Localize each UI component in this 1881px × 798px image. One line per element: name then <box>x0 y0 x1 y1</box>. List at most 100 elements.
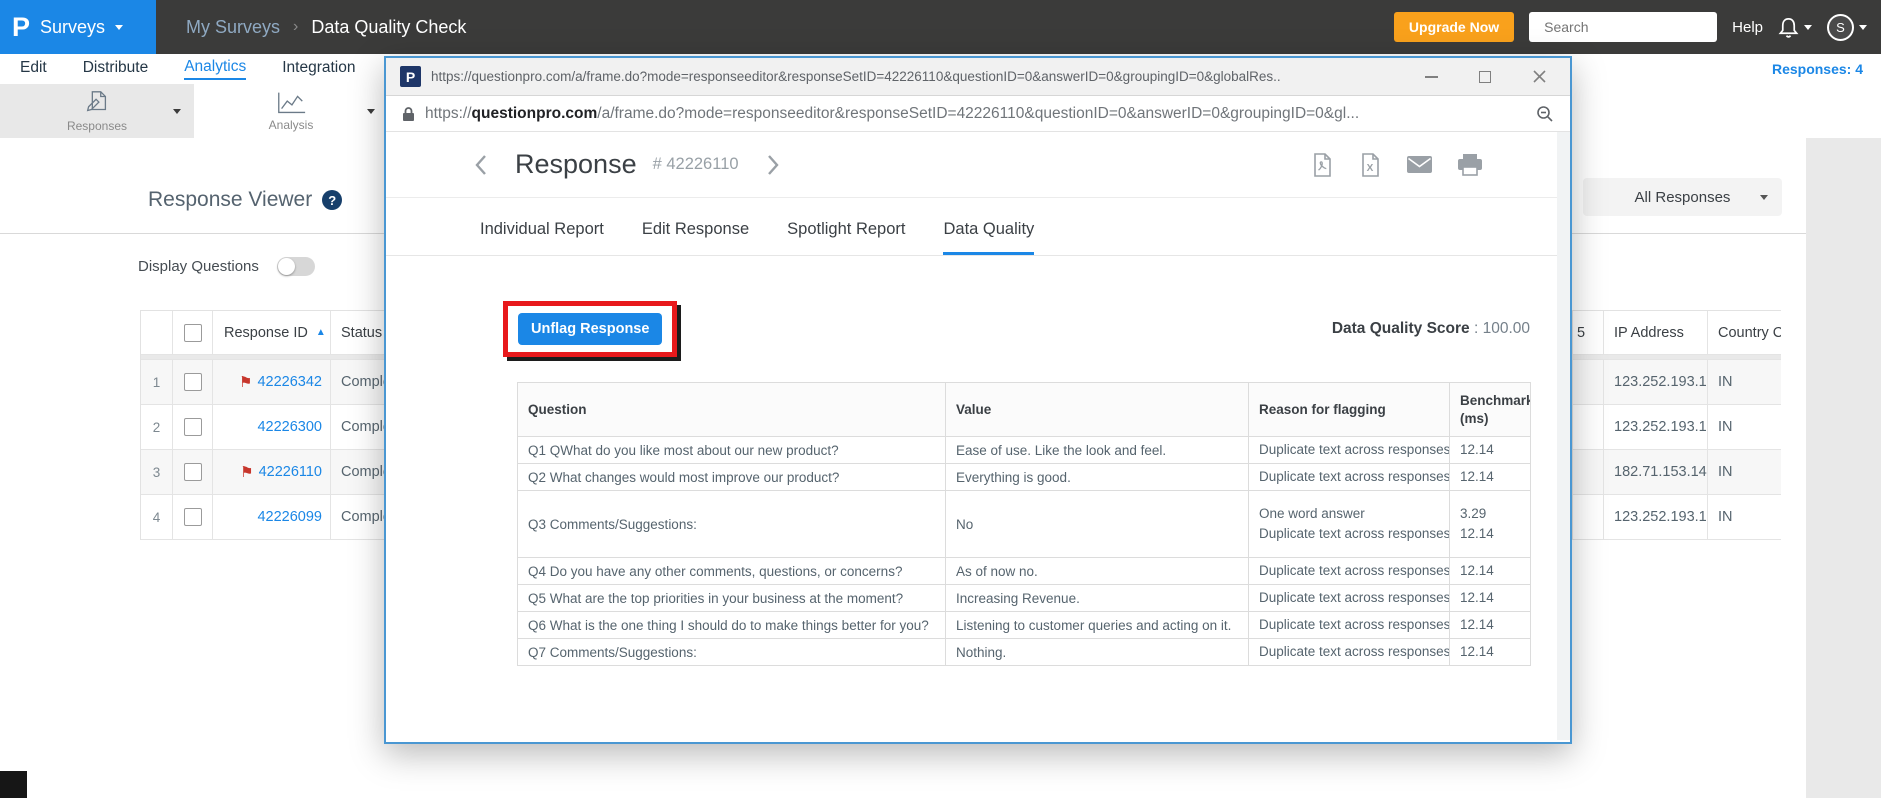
response-table-left: Response ID ▲ Status 1 ⚑ 42226342 Comple 2 42226… <box>140 310 386 540</box>
window-title-bar[interactable]: P https://questionpro.com/a/frame.do?mod… <box>386 58 1570 96</box>
response-id-link[interactable]: 42226342 <box>257 374 322 390</box>
display-questions-toggle[interactable] <box>276 257 315 276</box>
toolbar-responses-button[interactable]: Responses <box>0 84 194 138</box>
dq-table-row: Q2 What changes would most improve our p… <box>517 463 1531 491</box>
data-quality-panel: Unflag Response Data Quality Score : 100… <box>386 256 1570 740</box>
dq-table-row: Q5 What are the top priorities in your b… <box>517 584 1531 612</box>
nav-tab-integration[interactable]: Integration <box>282 59 355 79</box>
export-actions: X <box>1311 152 1482 177</box>
unflag-response-button[interactable]: Unflag Response <box>518 313 663 345</box>
header-country-cell: Country Co <box>1708 311 1781 355</box>
email-button[interactable] <box>1407 156 1432 173</box>
window-close-button[interactable] <box>1532 70 1546 84</box>
row-index: 1 <box>141 360 173 405</box>
header-response-id-cell[interactable]: Response ID ▲ <box>213 311 331 355</box>
response-editor-window: P https://questionpro.com/a/frame.do?mod… <box>384 56 1572 744</box>
screen-corner-artifact <box>0 771 27 798</box>
dq-table-row: Q7 Comments/Suggestions: Nothing. Duplicat… <box>517 638 1531 666</box>
export-excel-button[interactable]: X <box>1359 152 1381 177</box>
chevron-down-icon <box>367 109 375 114</box>
chevron-down-icon <box>115 24 124 30</box>
next-response-button[interactable] <box>767 154 780 176</box>
modal-tab-data-quality[interactable]: Data Quality <box>943 220 1035 255</box>
responses-doc-icon <box>86 91 107 112</box>
help-link[interactable]: Help <box>1732 19 1763 36</box>
modal-scrollbar[interactable] <box>1557 132 1570 740</box>
help-question-icon[interactable]: ? <box>322 190 343 210</box>
benchmark-cell: 3.29 12.14 <box>1449 490 1531 558</box>
breadcrumb-my-surveys[interactable]: My Surveys <box>186 17 280 38</box>
display-questions-label: Display Questions <box>138 258 259 275</box>
country-code-cell: IN <box>1708 405 1781 450</box>
benchmark-value: 12.14 <box>1460 644 1494 659</box>
breadcrumb-separator-icon: › <box>293 18 299 35</box>
analysis-chart-icon <box>278 92 306 114</box>
window-maximize-button[interactable] <box>1478 70 1492 84</box>
print-button[interactable] <box>1458 153 1482 176</box>
value-cell: No <box>945 490 1249 558</box>
nav-tab-edit[interactable]: Edit <box>20 59 47 79</box>
benchmark-cell: 12.14 <box>1449 611 1531 639</box>
global-search[interactable] <box>1529 12 1726 42</box>
reason-cell: One word answer Duplicate text across res… <box>1248 490 1450 558</box>
zoom-out-icon[interactable] <box>1536 105 1554 123</box>
dq-column-header: Reason for flagging <box>1248 382 1450 437</box>
benchmark-value: 12.14 <box>1460 590 1494 605</box>
display-questions-control: Display Questions <box>138 257 315 276</box>
previous-response-button[interactable] <box>474 154 487 176</box>
reason-text: Duplicate text across responses <box>1259 563 1450 578</box>
nav-tab-analytics[interactable]: Analytics <box>184 58 247 80</box>
surveys-product-menu[interactable]: P Surveys <box>0 0 156 54</box>
table-row: 123.252.193.148IN <box>1573 405 1781 450</box>
row-checkbox-cell <box>173 360 213 405</box>
flag-icon: ⚑ <box>240 463 254 481</box>
search-input[interactable] <box>1544 19 1726 35</box>
question-text: Q6 What is the one thing I should do to … <box>528 617 929 633</box>
address-bar[interactable]: https://questionpro.com/a/frame.do?mode=… <box>386 96 1570 132</box>
user-menu[interactable]: S <box>1827 13 1867 41</box>
row-checkbox[interactable] <box>183 418 202 436</box>
value-cell: Listening to customer queries and acting… <box>945 611 1249 639</box>
modal-tab-spotlight-report[interactable]: Spotlight Report <box>787 220 905 255</box>
window-minimize-button[interactable] <box>1424 70 1438 84</box>
printer-icon <box>1458 153 1482 176</box>
upgrade-now-button[interactable]: Upgrade Now <box>1393 12 1515 42</box>
ip-address-cell: 123.252.193.148 <box>1604 360 1708 405</box>
row-checkbox[interactable] <box>183 373 202 391</box>
select-all-checkbox[interactable] <box>183 323 202 342</box>
data-quality-table: Question Value Reason for flagging Benchmar… <box>517 382 1531 666</box>
row-checkbox[interactable] <box>183 508 202 526</box>
question-cell: Q5 What are the top priorities in your b… <box>517 584 946 612</box>
response-header: Response # 42226110 X <box>386 132 1570 198</box>
response-id-link[interactable]: 42226300 <box>257 419 322 435</box>
modal-tab-individual-report[interactable]: Individual Report <box>480 220 604 255</box>
chevron-down-icon <box>1859 24 1867 30</box>
nav-tab-distribute[interactable]: Distribute <box>83 59 148 79</box>
table-header-row: 5IP AddressCountry Co <box>1573 311 1781 355</box>
response-id-link[interactable]: 42226099 <box>257 509 322 525</box>
toolbar-analysis-button[interactable]: Analysis <box>194 84 388 138</box>
notifications-menu[interactable] <box>1778 16 1812 39</box>
response-id-link[interactable]: 42226110 <box>259 464 322 480</box>
modal-tabs: Individual Report Edit Response Spotlight … <box>386 198 1570 256</box>
export-pdf-button[interactable] <box>1311 152 1333 177</box>
row-checkbox[interactable] <box>183 463 202 481</box>
reason-cell: Duplicate text across responses <box>1248 436 1450 464</box>
score-label: Data Quality Score <box>1331 320 1470 337</box>
value-cell: Increasing Revenue. <box>945 584 1249 612</box>
benchmark-cell: 12.14 <box>1449 463 1531 491</box>
modal-tab-edit-response[interactable]: Edit Response <box>642 220 749 255</box>
value-text: Nothing. <box>956 644 1007 660</box>
response-id-cell: 42226300 <box>213 405 331 450</box>
close-icon <box>1532 70 1546 83</box>
row-checkbox-cell <box>173 450 213 495</box>
sort-asc-icon[interactable]: ▲ <box>316 327 326 338</box>
dq-table-row: Q6 What is the one thing I should do to … <box>517 611 1531 639</box>
status-cell: Comple <box>331 360 386 405</box>
flag-icon: ⚑ <box>239 373 253 391</box>
responses-count[interactable]: Responses: 4 <box>1772 61 1863 77</box>
response-id-header-label: Response ID <box>224 324 308 341</box>
page-title: Response Viewer ? <box>148 188 343 212</box>
response-filter-dropdown[interactable]: All Responses <box>1583 178 1782 216</box>
benchmark-value: 12.14 <box>1460 442 1494 457</box>
